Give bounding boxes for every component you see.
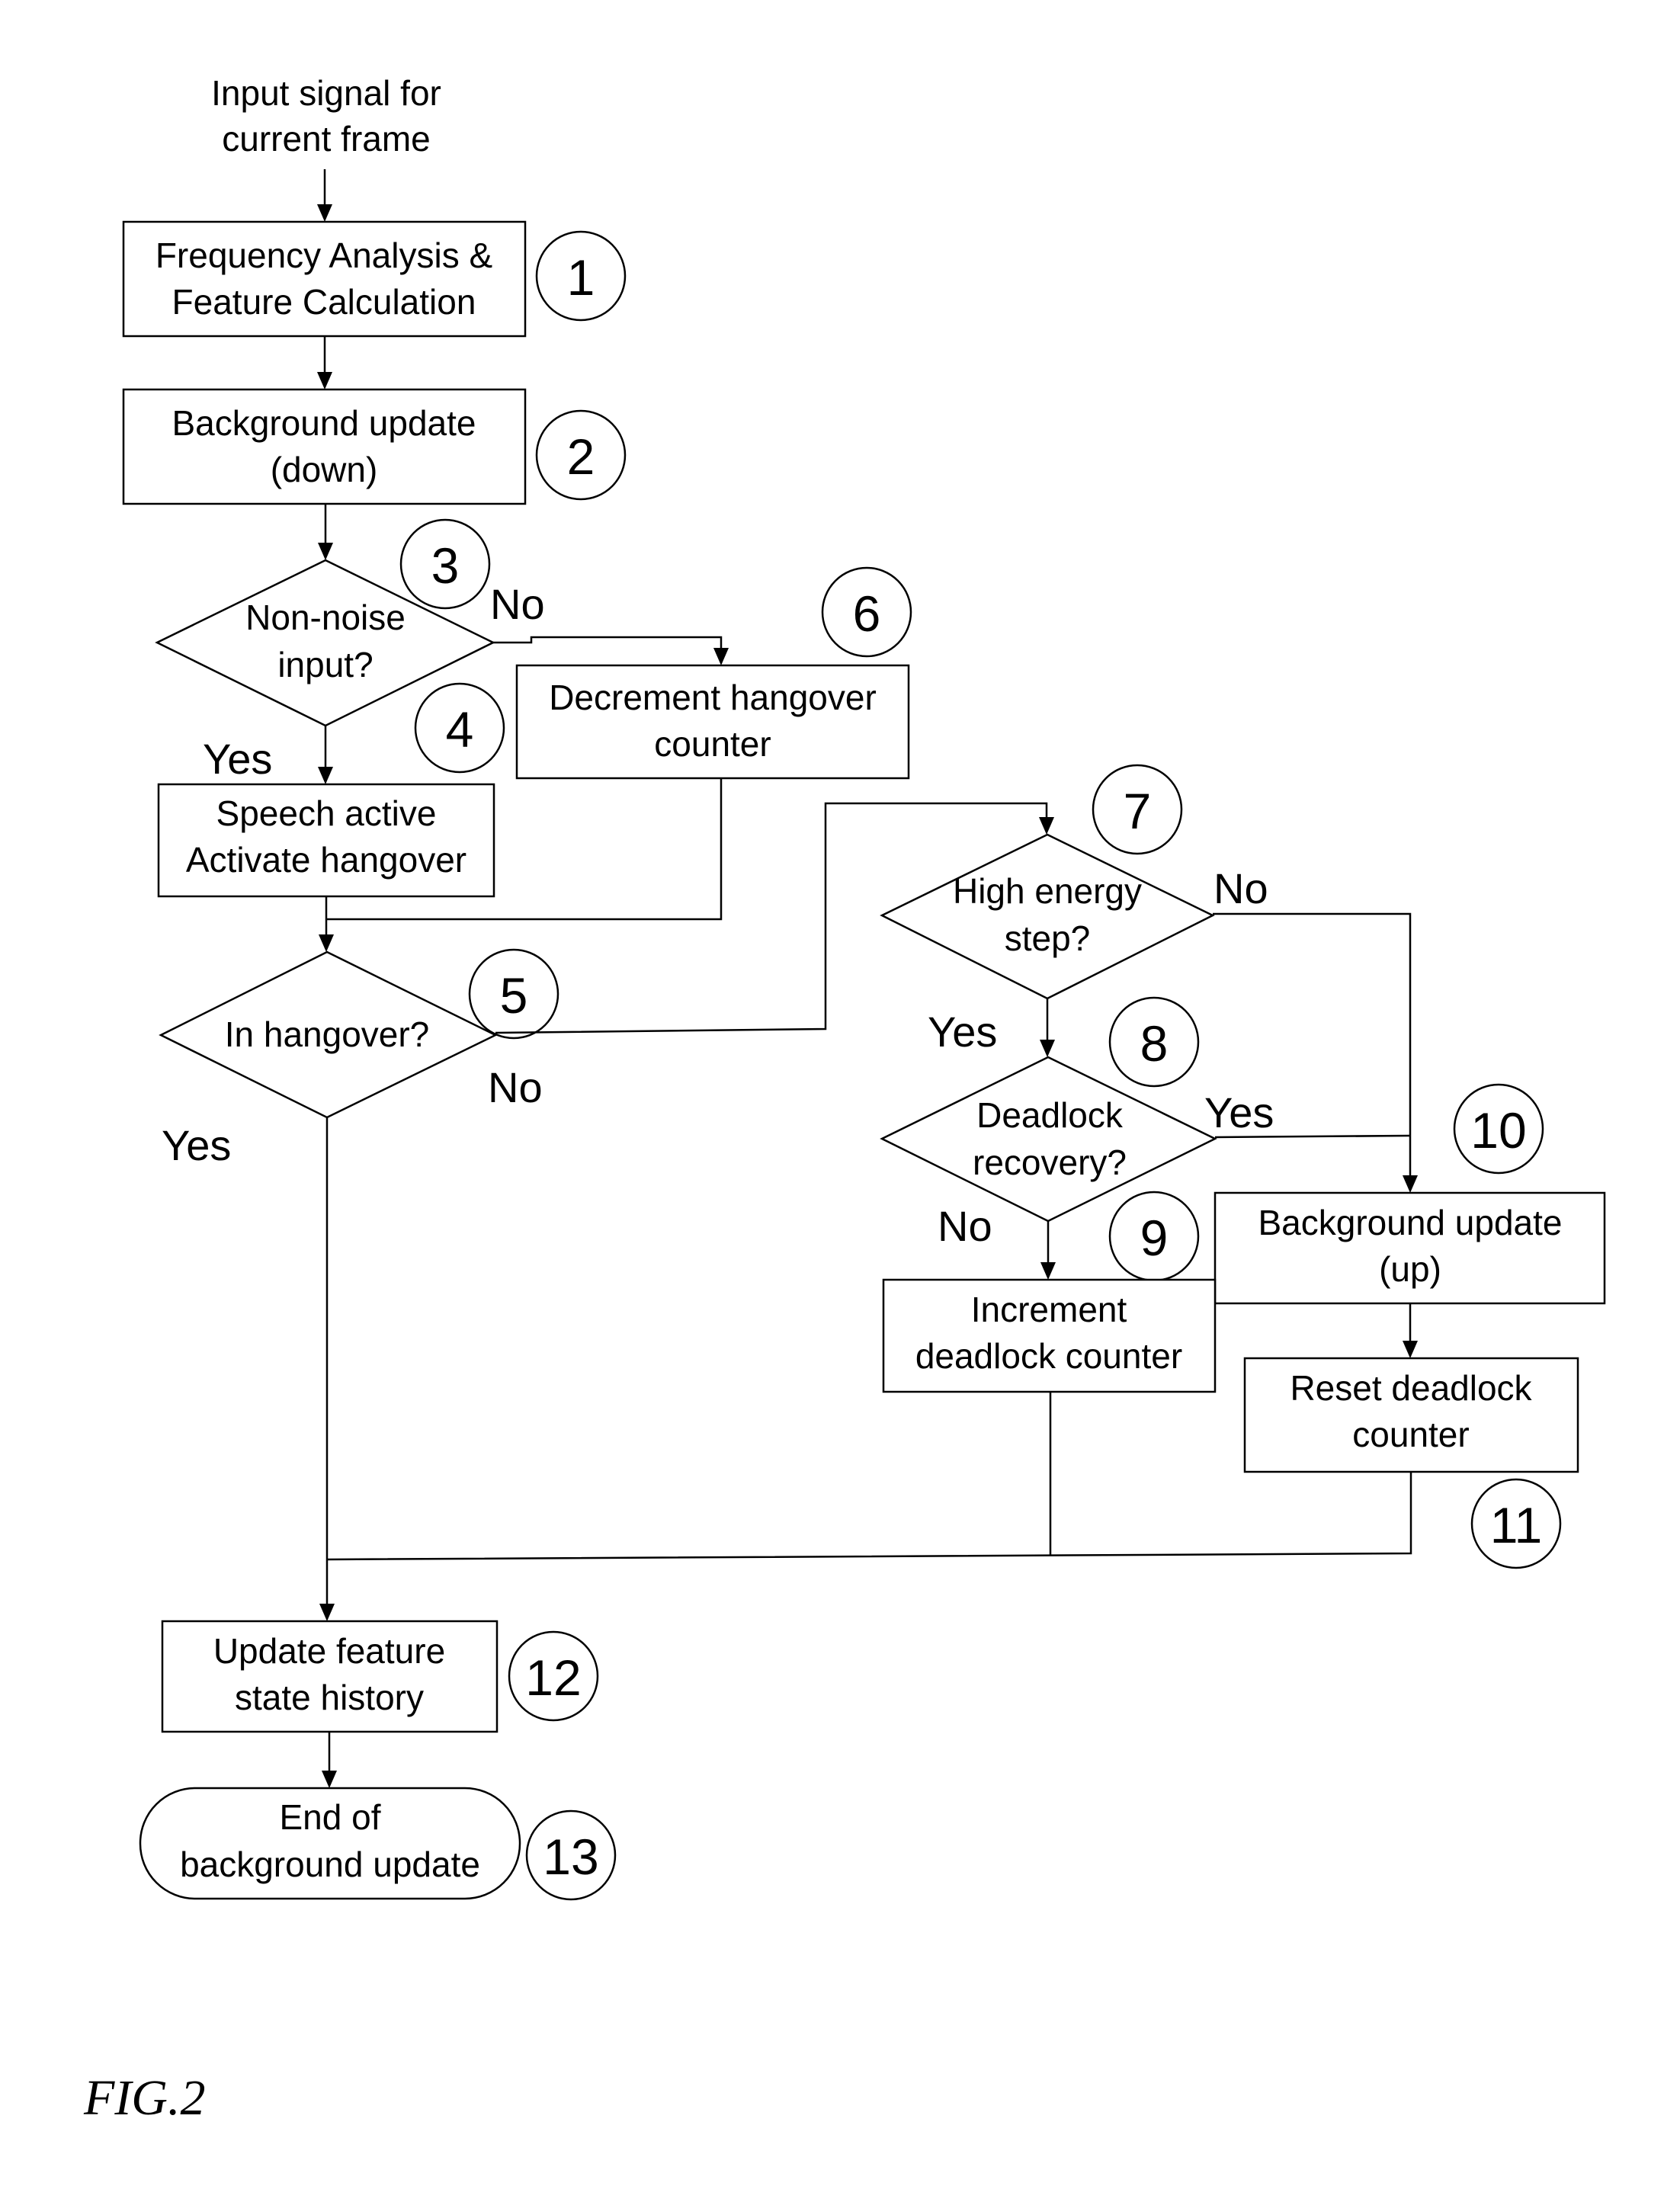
step-11-line1: Reset deadlock xyxy=(1290,1368,1532,1408)
step-number: 2 xyxy=(567,428,595,485)
arrowhead xyxy=(317,204,332,222)
step-11-reset-deadlock: Reset deadlock counter xyxy=(1243,1357,1579,1473)
step-6-number-badge: 6 xyxy=(821,566,912,658)
step-8-line2: recovery? xyxy=(973,1143,1127,1182)
step-3-line2: input? xyxy=(277,645,373,684)
step-11-number-badge: 11 xyxy=(1470,1478,1562,1569)
step-4-line2: Activate hangover xyxy=(186,840,466,880)
step-4-speech-active: Speech active Activate hangover xyxy=(157,783,495,898)
step-1-line1: Frequency Analysis & xyxy=(155,236,492,275)
branch-label-8-yes: Yes xyxy=(1204,1088,1274,1136)
step-13-number-badge: 13 xyxy=(525,1809,617,1901)
arrowhead xyxy=(317,372,332,389)
arrowhead xyxy=(322,1771,337,1788)
step-number: 12 xyxy=(525,1649,581,1706)
step-9-line2: deadlock counter xyxy=(915,1336,1182,1376)
step-1-number-badge: 1 xyxy=(535,230,627,322)
step-12-line1: Update feature xyxy=(213,1631,445,1671)
step-10-line1: Background update xyxy=(1258,1203,1563,1242)
step-10-background-update-up: Background update (up) xyxy=(1214,1191,1606,1305)
input-label-line2: current frame xyxy=(222,119,431,159)
branch-label-8-no: No xyxy=(938,1202,992,1250)
step-8-number-badge: 8 xyxy=(1108,996,1200,1088)
step-4-line1: Speech active xyxy=(216,793,437,833)
arrowhead xyxy=(319,1604,335,1621)
step-13-end-terminal: End of background update xyxy=(139,1787,521,1900)
branch-label-3-no: No xyxy=(490,580,545,628)
step-11-line2: counter xyxy=(1352,1415,1469,1454)
step-9-increment-deadlock: Increment deadlock counter xyxy=(882,1278,1217,1393)
connector-3-no-to-6 xyxy=(493,636,723,648)
arrowhead xyxy=(318,543,333,560)
step-3-number-badge: 3 xyxy=(399,518,491,610)
step-13-line1: End of xyxy=(280,1797,381,1837)
step-1-frequency-analysis: Frequency Analysis & Feature Calculation xyxy=(122,220,527,338)
step-2-number-badge: 2 xyxy=(535,409,627,501)
step-6-line2: counter xyxy=(654,724,771,764)
step-number: 9 xyxy=(1140,1210,1169,1266)
step-2-background-update-down: Background update (down) xyxy=(122,388,527,505)
step-9-line1: Increment xyxy=(971,1290,1127,1329)
step-7-high-energy-step-decision: High energy step? xyxy=(880,833,1215,1000)
step-7-line1: High energy xyxy=(953,871,1142,911)
arrowhead xyxy=(1403,1175,1418,1193)
step-3-line1: Non-noise xyxy=(245,598,406,637)
step-8-line1: Deadlock xyxy=(976,1095,1124,1135)
step-1-line2: Feature Calculation xyxy=(172,282,476,322)
step-number: 11 xyxy=(1490,1497,1543,1553)
branch-label-7-yes: Yes xyxy=(928,1008,997,1056)
step-7-number-badge: 7 xyxy=(1092,764,1183,855)
step-5-in-hangover-decision: In hangover? xyxy=(159,950,498,1119)
arrowhead xyxy=(318,767,333,784)
step-number: 8 xyxy=(1140,1015,1169,1072)
step-12-line2: state history xyxy=(235,1678,424,1717)
step-12-number-badge: 12 xyxy=(508,1630,599,1722)
step-number: 3 xyxy=(431,537,460,594)
branch-label-3-yes: Yes xyxy=(203,735,272,783)
arrowhead xyxy=(1039,817,1054,835)
step-number: 13 xyxy=(543,1829,598,1885)
step-number: 1 xyxy=(567,249,595,306)
step-10-number-badge: 10 xyxy=(1453,1083,1544,1175)
input-label-line1: Input signal for xyxy=(211,73,441,113)
branch-label-5-no: No xyxy=(488,1063,543,1111)
step-10-line2: (up) xyxy=(1379,1249,1441,1289)
arrowhead xyxy=(319,934,334,952)
decision-diamond xyxy=(880,833,1215,1000)
step-5-line1: In hangover? xyxy=(225,1014,430,1054)
step-number: 6 xyxy=(853,585,881,642)
step-12-update-feature-state: Update feature state history xyxy=(161,1620,499,1733)
connector-11-down xyxy=(326,1472,1412,1561)
step-7-line2: step? xyxy=(1005,918,1091,958)
step-number: 4 xyxy=(446,701,474,758)
step-2-line2: (down) xyxy=(271,450,378,489)
step-13-line2: background update xyxy=(180,1845,480,1884)
step-2-line1: Background update xyxy=(172,403,476,443)
arrowhead xyxy=(1403,1341,1418,1358)
step-4-number-badge: 4 xyxy=(414,682,505,774)
arrowhead xyxy=(1040,1040,1055,1057)
figure-caption: FIG.2 xyxy=(83,2070,205,2126)
step-number: 5 xyxy=(500,967,528,1024)
branch-label-5-yes: Yes xyxy=(162,1121,231,1169)
branch-label-7-no: No xyxy=(1214,864,1268,912)
step-6-decrement-hangover: Decrement hangover counter xyxy=(515,664,910,780)
flowchart: Input signal for current frame Frequency… xyxy=(83,73,1606,2126)
step-number: 10 xyxy=(1470,1102,1526,1159)
step-9-number-badge: 9 xyxy=(1108,1191,1200,1282)
arrowhead xyxy=(1040,1262,1056,1280)
step-number: 7 xyxy=(1124,783,1152,839)
arrowhead xyxy=(713,648,729,665)
step-6-line1: Decrement hangover xyxy=(549,678,877,717)
step-5-number-badge: 5 xyxy=(468,948,559,1040)
